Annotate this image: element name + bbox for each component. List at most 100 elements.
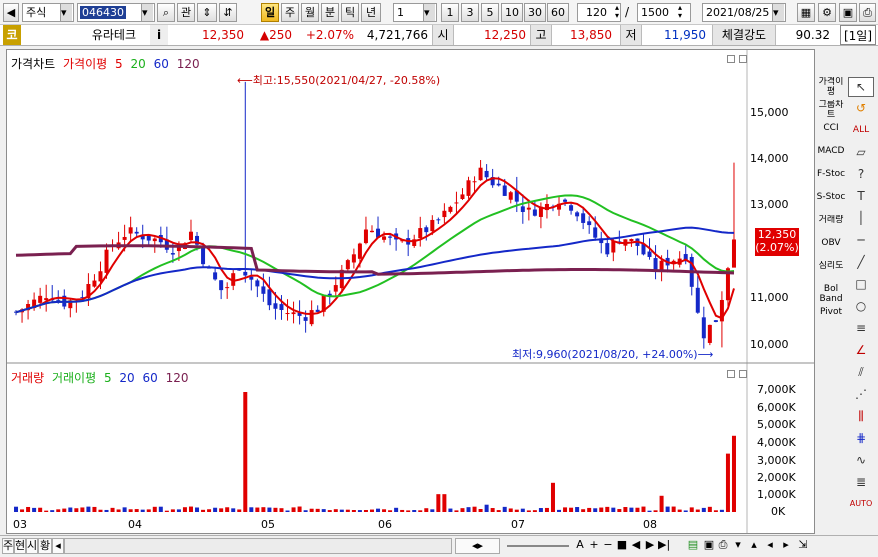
- chevron-down-icon[interactable]: ▾: [732, 538, 744, 554]
- indicator-button[interactable]: 심리도: [816, 261, 846, 283]
- a-label[interactable]: A: [574, 538, 586, 554]
- auto-icon[interactable]: AUTO: [848, 495, 874, 515]
- indicator-button[interactable]: Pivot: [816, 307, 846, 329]
- mult-10-button[interactable]: 10: [501, 3, 523, 22]
- rewind-icon[interactable]: ◀: [630, 538, 642, 554]
- circle-icon[interactable]: ○: [848, 297, 874, 317]
- date-select[interactable]: 2021/08/25 ▾: [702, 3, 786, 22]
- print-icon[interactable]: ⎙: [716, 538, 730, 554]
- period-tick-button[interactable]: 틱: [341, 3, 359, 22]
- fibonacci-icon[interactable]: ≡: [848, 319, 874, 339]
- panel-maximize-icon[interactable]: [727, 370, 735, 378]
- grid-icon[interactable]: ▦: [797, 3, 815, 22]
- wave-icon[interactable]: ∿: [848, 451, 874, 471]
- indicator-button[interactable]: 거래량: [816, 215, 846, 237]
- prev-arrow-icon[interactable]: ◀: [3, 3, 19, 22]
- gear-icon[interactable]: ⚙: [818, 3, 836, 22]
- mult-5-button[interactable]: 5: [481, 3, 499, 22]
- channel-icon[interactable]: ⋕: [848, 429, 874, 449]
- indicator-button[interactable]: CCI: [816, 123, 846, 145]
- stop-icon[interactable]: ■: [616, 538, 628, 554]
- mult-3-button[interactable]: 3: [461, 3, 479, 22]
- eraser-icon[interactable]: ▱: [848, 143, 874, 163]
- scroll-button[interactable]: ◂▸: [455, 538, 500, 554]
- speed-line-icon[interactable]: ≣: [848, 473, 874, 493]
- volume-bar: [345, 509, 350, 512]
- play-icon[interactable]: ▶: [644, 538, 656, 554]
- total-count-input[interactable]: 1500 ▴ ▾: [637, 3, 691, 22]
- save-icon[interactable]: ▣: [839, 3, 857, 22]
- mult-30-button[interactable]: 30: [524, 3, 546, 22]
- zoom-out-icon[interactable]: −: [602, 538, 614, 554]
- tab-current[interactable]: 현: [14, 538, 26, 554]
- period-minute-button[interactable]: 분: [321, 3, 339, 22]
- print-icon[interactable]: ⎙: [859, 3, 876, 22]
- gann-icon[interactable]: ∠: [848, 341, 874, 361]
- code-input[interactable]: 046430 ▾: [77, 3, 155, 22]
- volume-bar: [719, 509, 724, 512]
- indicator-button[interactable]: 그룹차트: [816, 100, 846, 122]
- volume-bar: [629, 507, 634, 512]
- zoom-in-icon[interactable]: +: [588, 538, 600, 554]
- candle-body: [303, 317, 308, 321]
- text-icon[interactable]: T: [848, 187, 874, 207]
- end-icon[interactable]: ▶|: [658, 538, 670, 554]
- period-month-button[interactable]: 월: [301, 3, 319, 22]
- trend-line-icon[interactable]: ╱: [848, 253, 874, 273]
- x-tick: 06: [378, 518, 392, 531]
- excel-icon[interactable]: ▤: [686, 538, 700, 554]
- undo-icon[interactable]: ↺: [848, 99, 874, 119]
- save-icon[interactable]: ▣: [702, 538, 716, 554]
- chevron-up-icon[interactable]: ▴: [748, 538, 760, 554]
- indicator-button[interactable]: 가격이평: [816, 77, 846, 99]
- tab-market[interactable]: 시: [26, 538, 38, 554]
- scroll-left-icon[interactable]: ◂: [52, 538, 64, 554]
- candle-body: [273, 303, 278, 309]
- interval-select[interactable]: 1 ▾: [393, 3, 437, 22]
- chevron-left-icon[interactable]: ◂: [764, 538, 776, 554]
- panel-close-icon[interactable]: [739, 55, 747, 63]
- code-input-value: 046430: [80, 6, 126, 19]
- period-year-button[interactable]: 년: [361, 3, 381, 22]
- toggle-icon[interactable]: ⇕: [197, 3, 217, 22]
- high-label: 고: [530, 25, 552, 45]
- zoom-slider[interactable]: [505, 538, 571, 554]
- volume-bar: [400, 509, 405, 512]
- indicator-button[interactable]: Bol Band: [816, 284, 846, 306]
- tab-week[interactable]: 주: [2, 538, 14, 554]
- help-icon[interactable]: ?: [848, 165, 874, 185]
- search-icon[interactable]: ⌕: [157, 3, 175, 22]
- panel-maximize-icon[interactable]: [727, 55, 735, 63]
- horizontal-line-icon[interactable]: ─: [848, 231, 874, 251]
- indicator-button[interactable]: S-Stoc: [816, 192, 846, 214]
- panel-close-icon[interactable]: [739, 370, 747, 378]
- price-change: ▲250: [259, 28, 292, 42]
- cycle-icon[interactable]: ⫼: [848, 407, 874, 427]
- fan-icon[interactable]: ⫽: [848, 363, 874, 383]
- volume-bar: [677, 509, 682, 512]
- period-day-button[interactable]: 일: [261, 3, 279, 22]
- volume-bar: [611, 507, 616, 512]
- market-select[interactable]: 주식 ▾: [22, 3, 74, 22]
- info-button[interactable]: i: [150, 25, 168, 45]
- view-count-input[interactable]: 120 ▴ ▾: [577, 3, 621, 22]
- chart-area[interactable]: 가격차트 가격이평 5 20 60 120 ⟵최고:15,550(2021/04…: [6, 49, 815, 534]
- indicator-button[interactable]: OBV: [816, 238, 846, 260]
- chevron-right-icon[interactable]: ▸: [780, 538, 792, 554]
- pointer-icon[interactable]: ↖: [848, 77, 874, 97]
- all-delete-icon[interactable]: ALL: [848, 121, 874, 141]
- volume-legend-ma20: 20: [119, 371, 135, 385]
- resize-icon[interactable]: ⇲: [796, 538, 810, 554]
- related-button[interactable]: 관: [177, 3, 195, 22]
- mult-1-button[interactable]: 1: [441, 3, 459, 22]
- horizontal-scrollbar[interactable]: [64, 538, 452, 554]
- period-week-button[interactable]: 주: [281, 3, 299, 22]
- indicator-button[interactable]: F-Stoc: [816, 169, 846, 191]
- vertical-line-icon[interactable]: │: [848, 209, 874, 229]
- andrews-icon[interactable]: ⋰: [848, 385, 874, 405]
- spin-icon[interactable]: ⇵: [219, 3, 237, 22]
- indicator-button[interactable]: MACD: [816, 146, 846, 168]
- rectangle-icon[interactable]: □: [848, 275, 874, 295]
- tab-status[interactable]: 황: [38, 538, 52, 554]
- mult-60-button[interactable]: 60: [547, 3, 569, 22]
